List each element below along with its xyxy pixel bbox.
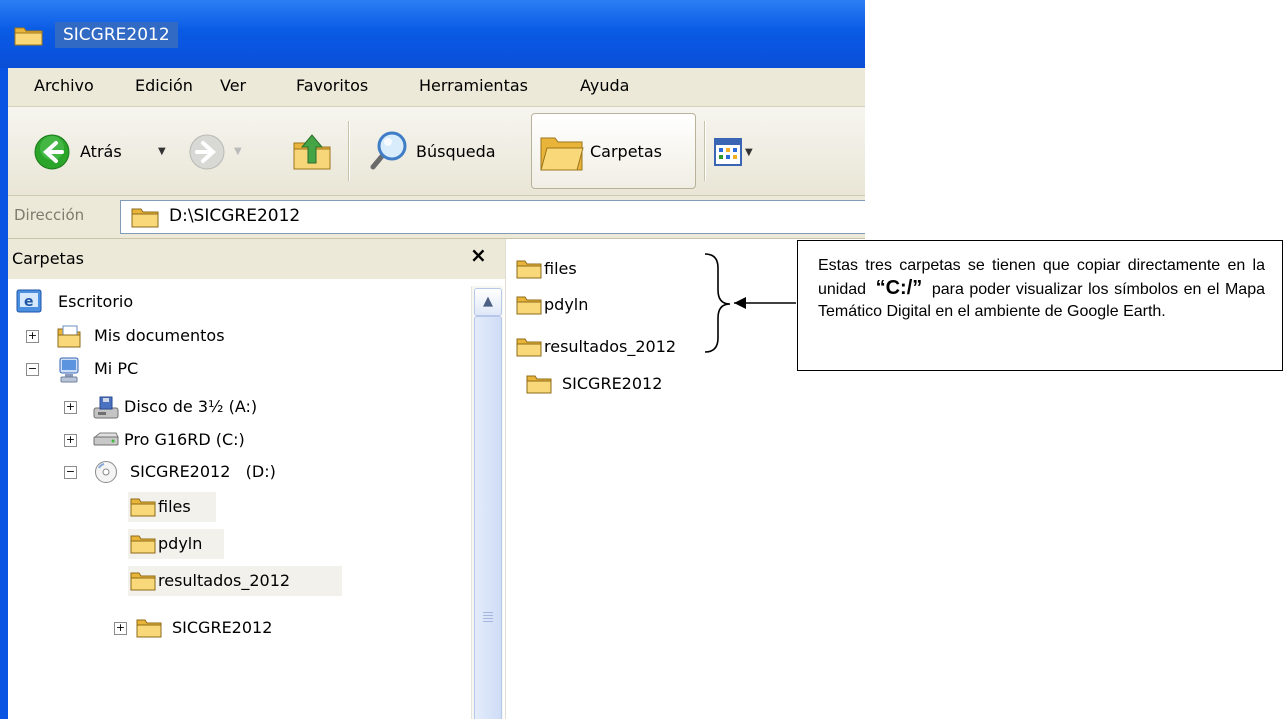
grip-icon bbox=[483, 612, 493, 622]
address-input[interactable]: D:\SICGRE2012 bbox=[120, 200, 865, 234]
svg-text:e: e bbox=[24, 294, 34, 310]
tree-item-desktop[interactable]: e Escritorio bbox=[14, 287, 214, 317]
tree-label: files bbox=[158, 497, 191, 516]
tree-label: resultados_2012 bbox=[158, 571, 291, 590]
folder-icon bbox=[130, 498, 156, 517]
search-icon[interactable] bbox=[365, 129, 409, 173]
menu-bar: Archivo Edición Ver Favoritos Herramient… bbox=[8, 68, 865, 107]
folder-icon bbox=[516, 260, 542, 279]
views-icon[interactable] bbox=[714, 138, 742, 166]
title-bar[interactable]: SICGRE2012 bbox=[0, 0, 865, 68]
address-label: Dirección bbox=[14, 206, 85, 224]
collapse-icon[interactable]: − bbox=[26, 363, 39, 376]
forward-dropdown-arrow[interactable]: ▼ bbox=[234, 146, 242, 157]
content-item-pdyln[interactable]: pdyln bbox=[514, 290, 624, 320]
scrollbar-thumb[interactable] bbox=[474, 316, 502, 719]
folders-button-label: Carpetas bbox=[590, 142, 662, 161]
address-value: D:\SICGRE2012 bbox=[169, 206, 301, 226]
tree-label: Mis documentos bbox=[94, 326, 225, 345]
back-icon[interactable] bbox=[33, 133, 71, 171]
cd-drive-icon bbox=[95, 461, 117, 483]
folder-icon bbox=[130, 572, 156, 591]
forward-icon[interactable] bbox=[188, 133, 226, 171]
folders-button[interactable]: Carpetas bbox=[531, 113, 696, 189]
folder-pane-header: Carpetas × bbox=[8, 239, 505, 279]
folder-icon bbox=[131, 208, 159, 228]
menu-favoritos[interactable]: Favoritos bbox=[296, 76, 368, 95]
folder-icon bbox=[130, 535, 156, 554]
explorer-window: SICGRE2012 Archivo Edición Ver Favoritos… bbox=[0, 0, 865, 719]
folder-icon bbox=[136, 619, 162, 638]
menu-ver[interactable]: Ver bbox=[220, 76, 246, 95]
menu-ayuda[interactable]: Ayuda bbox=[580, 76, 629, 95]
tree-item-pdyln[interactable]: pdyln bbox=[128, 529, 224, 559]
toolbar-separator bbox=[348, 121, 349, 181]
toolbar: Atrás ▼ ▼ Búsqueda Carpetas ▼ bbox=[8, 107, 865, 196]
tree-item-drive-d[interactable]: − SICGRE2012 (D:) bbox=[64, 457, 364, 487]
tree-item-files[interactable]: files bbox=[128, 492, 216, 522]
documents-icon bbox=[57, 325, 81, 348]
expand-icon[interactable]: + bbox=[26, 330, 39, 343]
scroll-up-icon[interactable]: ▲ bbox=[474, 288, 502, 316]
annotation-callout: Estas tres carpetas se tienen que copiar… bbox=[797, 240, 1283, 371]
content-item-label: SICGRE2012 bbox=[562, 374, 663, 393]
expand-icon[interactable]: + bbox=[64, 434, 77, 447]
menu-herramientas[interactable]: Herramientas bbox=[419, 76, 528, 95]
folder-pane-title: Carpetas bbox=[12, 249, 84, 268]
up-icon[interactable] bbox=[290, 129, 334, 173]
folder-icon bbox=[14, 27, 43, 46]
folder-icon bbox=[526, 375, 552, 394]
content-item-label: resultados_2012 bbox=[544, 337, 677, 356]
callout-text: Estas tres carpetas se tienen que copiar… bbox=[818, 255, 1265, 323]
tree-label: SICGRE2012 bbox=[172, 618, 273, 637]
tree-item-drive-c[interactable]: + Pro G16RD (C:) bbox=[64, 425, 344, 455]
brace-arrow-annotation bbox=[704, 253, 796, 353]
folder-icon bbox=[516, 296, 542, 315]
desktop-icon: e bbox=[16, 289, 42, 313]
folder-icon bbox=[516, 338, 542, 357]
tree-item-my-documents[interactable]: + Mis documentos bbox=[26, 321, 286, 351]
close-icon[interactable]: × bbox=[470, 243, 487, 267]
folder-tree-pane: Carpetas × e Escritorio + Mis documentos bbox=[8, 239, 506, 719]
search-button-label[interactable]: Búsqueda bbox=[416, 142, 496, 161]
tree-label: Disco de 3½ (A:) bbox=[124, 397, 258, 416]
tree-label: Mi PC bbox=[94, 359, 139, 378]
tree-item-sicgre2012[interactable]: + SICGRE2012 bbox=[114, 613, 354, 643]
content-item-resultados[interactable]: resultados_2012 bbox=[514, 332, 724, 362]
menu-archivo[interactable]: Archivo bbox=[34, 76, 94, 95]
tree-label: SICGRE2012 (D:) bbox=[130, 462, 276, 481]
hard-drive-icon bbox=[93, 432, 119, 446]
menu-edicion[interactable]: Edición bbox=[135, 76, 193, 95]
expand-icon[interactable]: + bbox=[114, 622, 127, 635]
window-title: SICGRE2012 bbox=[55, 22, 178, 48]
callout-drive: “C:/” bbox=[875, 277, 923, 299]
tree-item-resultados[interactable]: resultados_2012 bbox=[128, 566, 342, 596]
folder-icon bbox=[540, 137, 584, 171]
content-item-sicgre2012[interactable]: SICGRE2012 bbox=[524, 369, 724, 399]
content-item-files[interactable]: files bbox=[514, 254, 624, 284]
floppy-icon bbox=[93, 396, 119, 419]
expand-icon[interactable]: + bbox=[64, 401, 77, 414]
tree-item-my-pc[interactable]: − Mi PC bbox=[26, 354, 226, 384]
address-bar: Dirección D:\SICGRE2012 bbox=[8, 196, 865, 239]
back-dropdown-arrow[interactable]: ▼ bbox=[158, 146, 166, 157]
tree-label: Escritorio bbox=[58, 292, 134, 311]
back-button-label[interactable]: Atrás bbox=[80, 142, 122, 161]
tree-label: pdyln bbox=[158, 534, 203, 553]
toolbar-separator bbox=[704, 121, 705, 181]
tree-item-floppy[interactable]: + Disco de 3½ (A:) bbox=[64, 392, 344, 422]
collapse-icon[interactable]: − bbox=[64, 466, 77, 479]
content-item-label: pdyln bbox=[544, 295, 589, 314]
tree-label: Pro G16RD (C:) bbox=[124, 430, 245, 449]
computer-icon bbox=[59, 357, 79, 383]
folder-pane-scrollbar[interactable]: ▲ bbox=[471, 286, 503, 719]
content-item-label: files bbox=[544, 259, 577, 278]
views-dropdown-arrow[interactable]: ▼ bbox=[745, 147, 753, 158]
